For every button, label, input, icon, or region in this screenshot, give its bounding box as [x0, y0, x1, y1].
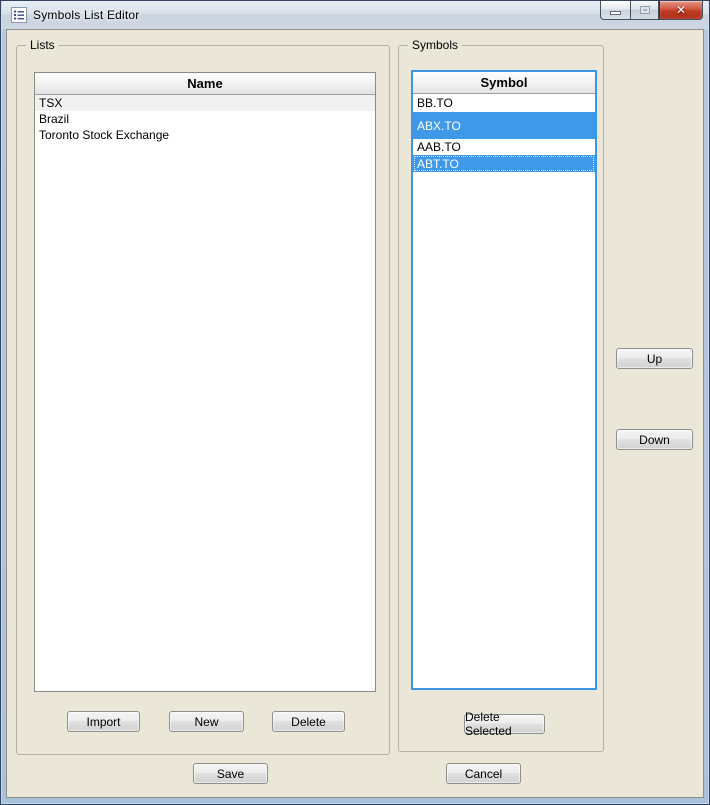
maximize-button[interactable] — [630, 1, 659, 20]
symbol-row-aab-to[interactable]: AAB.TO — [413, 139, 595, 155]
list-row-label: Toronto Stock Exchange — [39, 128, 169, 142]
new-button[interactable]: New — [169, 711, 244, 732]
lists-group-label: Lists — [26, 38, 59, 52]
symbol-row-label: AAB.TO — [417, 140, 461, 154]
symbols-table-header-symbol[interactable]: Symbol — [413, 72, 595, 94]
minimize-button[interactable] — [600, 1, 630, 20]
lists-table-header-name[interactable]: Name — [35, 73, 375, 95]
symbol-row-abx-to[interactable]: ABX.TO — [413, 112, 595, 139]
list-row-label: TSX — [39, 96, 62, 110]
close-button[interactable]: ✕ — [659, 1, 703, 20]
symbols-list-editor-window: Symbols List Editor ✕ Lists Name TSX — [0, 0, 710, 805]
window-title: Symbols List Editor — [33, 8, 140, 22]
maximize-icon — [640, 6, 650, 14]
client-area: Lists Name TSX Brazil Toronto Stock Exch… — [6, 29, 704, 798]
lists-table[interactable]: Name TSX Brazil Toronto Stock Exchange — [34, 72, 376, 692]
symbol-row-label: ABT.TO — [417, 157, 459, 171]
list-icon — [11, 7, 27, 23]
close-icon: ✕ — [676, 4, 686, 16]
lists-group: Lists Name TSX Brazil Toronto Stock Exch… — [16, 45, 390, 755]
delete-selected-button[interactable]: Delete Selected — [464, 714, 545, 734]
save-button[interactable]: Save — [193, 763, 268, 784]
list-row-tsx[interactable]: TSX — [35, 95, 375, 111]
symbols-table[interactable]: Symbol BB.TO ABX.TO AAB.TO ABT.TO — [411, 70, 597, 690]
symbol-row-abt-to[interactable]: ABT.TO — [413, 155, 595, 172]
list-row-toronto-stock-exchange[interactable]: Toronto Stock Exchange — [35, 127, 375, 143]
symbol-row-label: ABX.TO — [417, 119, 461, 133]
symbols-group-label: Symbols — [408, 38, 462, 52]
list-row-brazil[interactable]: Brazil — [35, 111, 375, 127]
minimize-icon — [610, 11, 621, 15]
titlebar[interactable]: Symbols List Editor ✕ — [2, 1, 708, 29]
down-button[interactable]: Down — [616, 429, 693, 450]
symbol-row-label: BB.TO — [417, 96, 453, 110]
symbols-group: Symbols Symbol BB.TO ABX.TO AAB.TO ABT.T… — [398, 45, 604, 752]
caption-buttons: ✕ — [600, 1, 703, 20]
cancel-button[interactable]: Cancel — [446, 763, 521, 784]
delete-button[interactable]: Delete — [272, 711, 345, 732]
up-button[interactable]: Up — [616, 348, 693, 369]
import-button[interactable]: Import — [67, 711, 140, 732]
symbol-row-bb-to[interactable]: BB.TO — [413, 94, 595, 112]
list-row-label: Brazil — [39, 112, 69, 126]
